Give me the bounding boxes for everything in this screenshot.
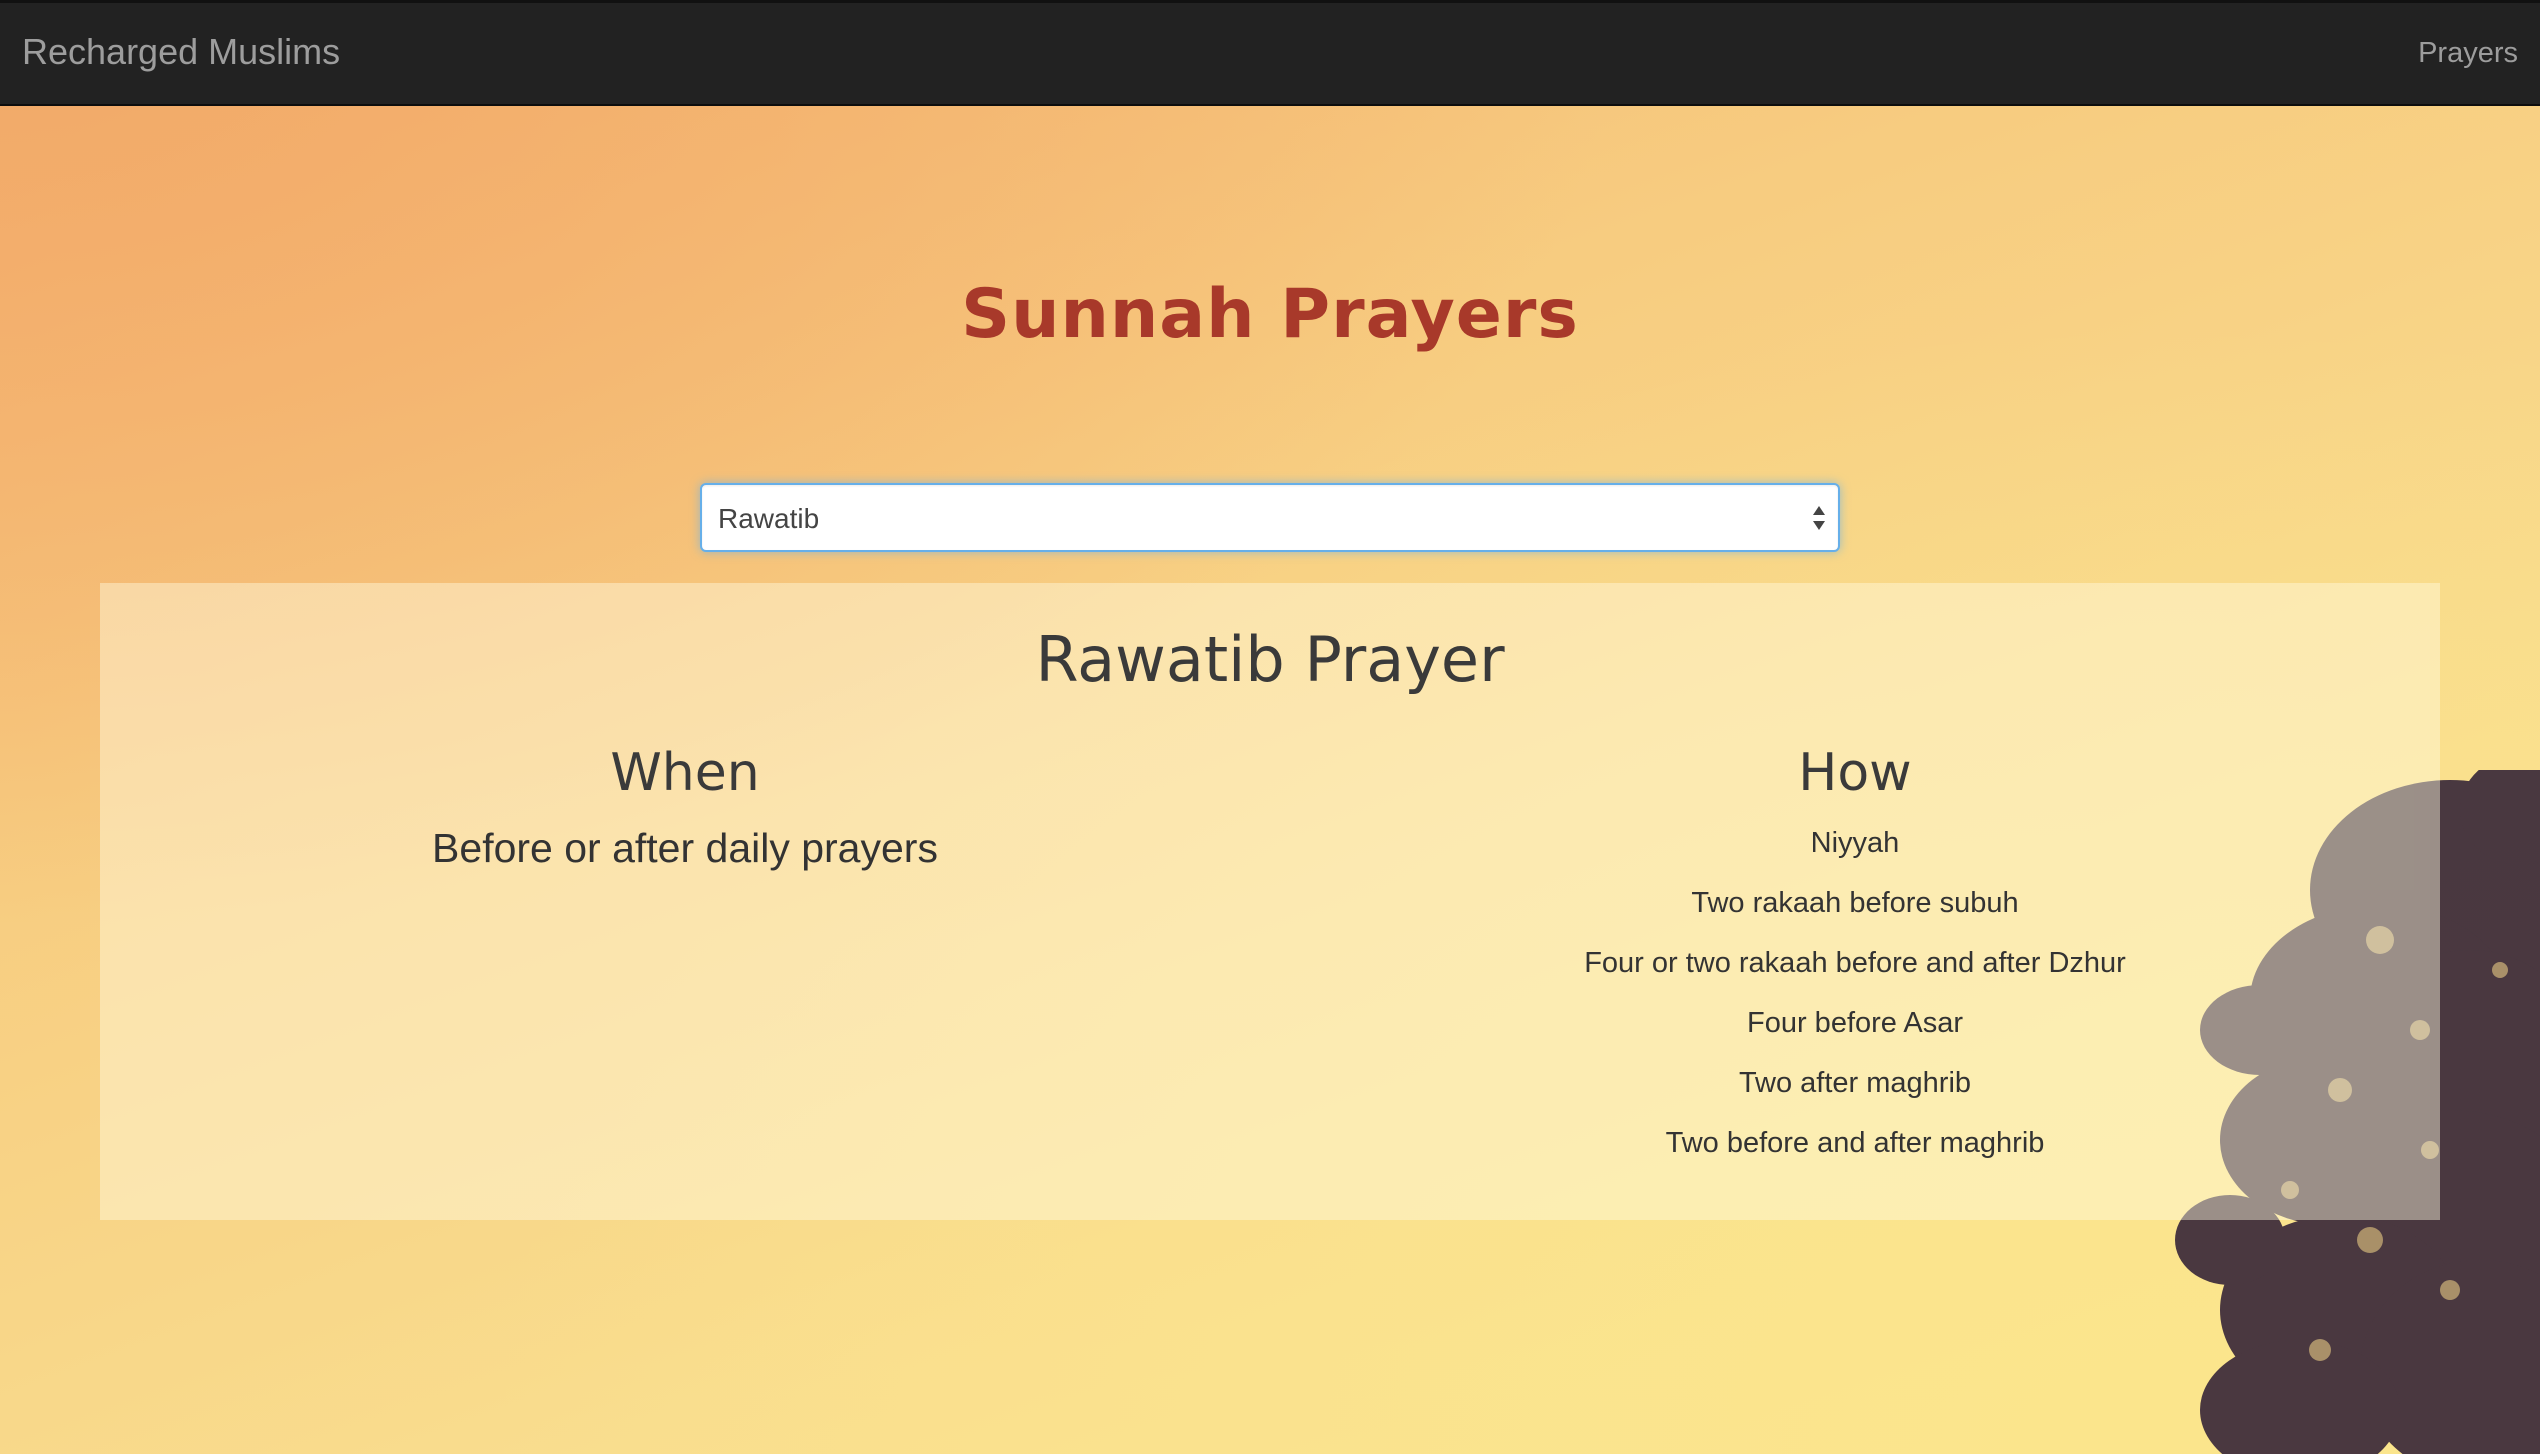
when-heading: When	[610, 743, 760, 803]
how-step: Two after maghrib	[1738, 1067, 1972, 1099]
updown-arrows-icon	[1813, 506, 1825, 530]
how-step: Four before Asar	[1747, 1007, 1963, 1039]
when-text: Before or after daily prayers	[432, 825, 938, 871]
how-step: Two rakaah before subuh	[1691, 887, 2019, 919]
how-steps-list: Niyyah Two rakaah before subuh Four or t…	[1270, 823, 2440, 1183]
nav-link-prayers[interactable]: Prayers	[2418, 37, 2518, 70]
prayer-type-select[interactable]: Rawatib	[700, 483, 1840, 552]
top-navbar: Recharged Muslims Prayers	[0, 0, 2540, 106]
panel-title: Rawatib Prayer	[1035, 623, 1505, 696]
how-step: Four or two rakaah before and after Dzhu…	[1584, 947, 2126, 979]
page-title: Sunnah Prayers	[961, 275, 1579, 354]
prayer-details-panel: Rawatib Prayer When Before or after dail…	[100, 583, 2440, 1220]
select-value: Rawatib	[718, 503, 820, 534]
how-step: Niyyah	[1810, 827, 1900, 859]
brand-link[interactable]: Recharged Muslims	[22, 31, 340, 73]
how-step: Two before and after maghrib	[1665, 1127, 2045, 1159]
how-heading: How	[1798, 743, 1912, 803]
